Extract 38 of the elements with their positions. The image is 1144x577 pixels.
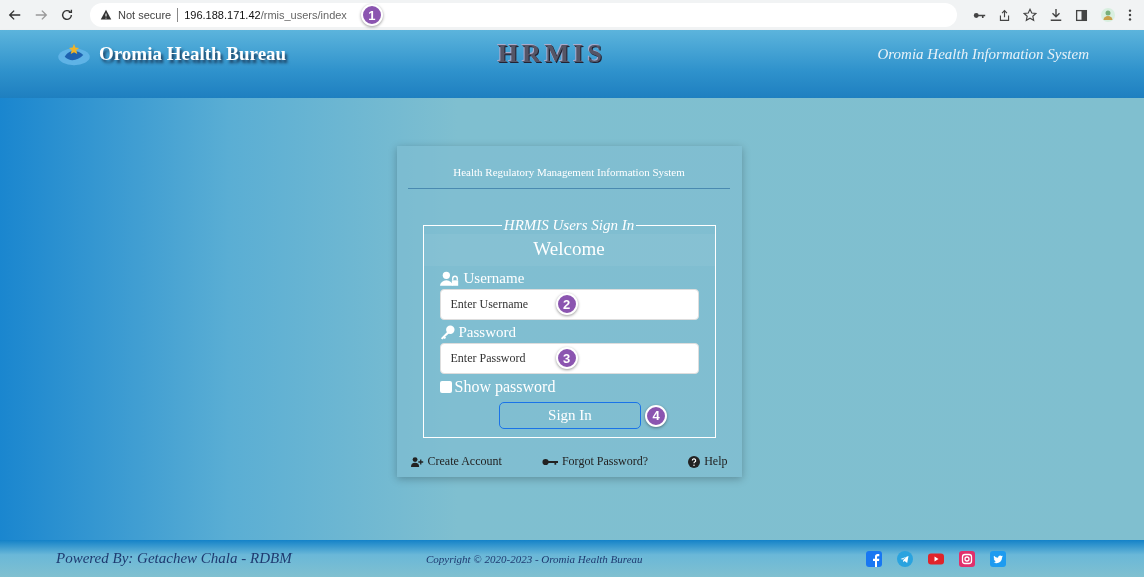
star-icon[interactable] <box>1023 8 1037 22</box>
download-icon[interactable] <box>1049 8 1063 22</box>
help-link[interactable]: Help <box>688 454 728 469</box>
warning-icon <box>100 9 112 21</box>
sidebar-icon[interactable] <box>1075 8 1088 22</box>
logo-icon <box>55 42 93 68</box>
key-icon <box>439 325 455 340</box>
checkbox-label: Show password <box>454 378 556 396</box>
reload-icon[interactable] <box>60 8 74 22</box>
welcome-heading: Welcome <box>423 234 715 266</box>
system-title: Health Regulatory Management Information System <box>452 165 686 180</box>
telegram-icon[interactable] <box>897 550 913 567</box>
app-logo: HRMIS <box>497 39 606 69</box>
forgot-password-link[interactable]: Forgot Password? <box>541 454 649 469</box>
add-user-icon <box>410 456 424 467</box>
field-label: Username <box>463 270 525 287</box>
brand-name: Oromia Health Bureau <box>99 43 287 65</box>
create-account-link[interactable]: Create Account <box>410 454 502 469</box>
callout-badge: 1 <box>360 4 383 26</box>
security-label: Not secure <box>118 9 172 21</box>
user-lock-icon <box>439 271 460 286</box>
panel-legend: HRMIS Users Sign In <box>501 217 637 234</box>
checkbox[interactable] <box>439 381 452 393</box>
powered-by-text: Powered By: Getachew Chala - RDBM <box>56 550 294 567</box>
help-icon <box>688 455 701 468</box>
instagram-icon[interactable] <box>959 550 975 567</box>
field-label: Password <box>458 324 516 341</box>
copyright-text: Copyright © 2020-2023 - Oromia Health Bureau <box>426 552 644 565</box>
key-icon <box>541 457 558 466</box>
share-icon[interactable] <box>998 8 1011 22</box>
facebook-icon[interactable] <box>866 550 882 567</box>
tagline: Oromia Health Information System <box>877 45 1089 63</box>
url-text: 196.188.171.42/rmis_users/index <box>184 9 347 21</box>
back-icon[interactable] <box>8 8 22 22</box>
menu-icon[interactable] <box>1128 8 1132 22</box>
callout-badge: 4 <box>645 404 667 427</box>
address-bar[interactable]: Not secure 196.188.171.42/rmis_users/index 1 <box>90 3 957 27</box>
twitter-icon[interactable] <box>990 550 1006 567</box>
